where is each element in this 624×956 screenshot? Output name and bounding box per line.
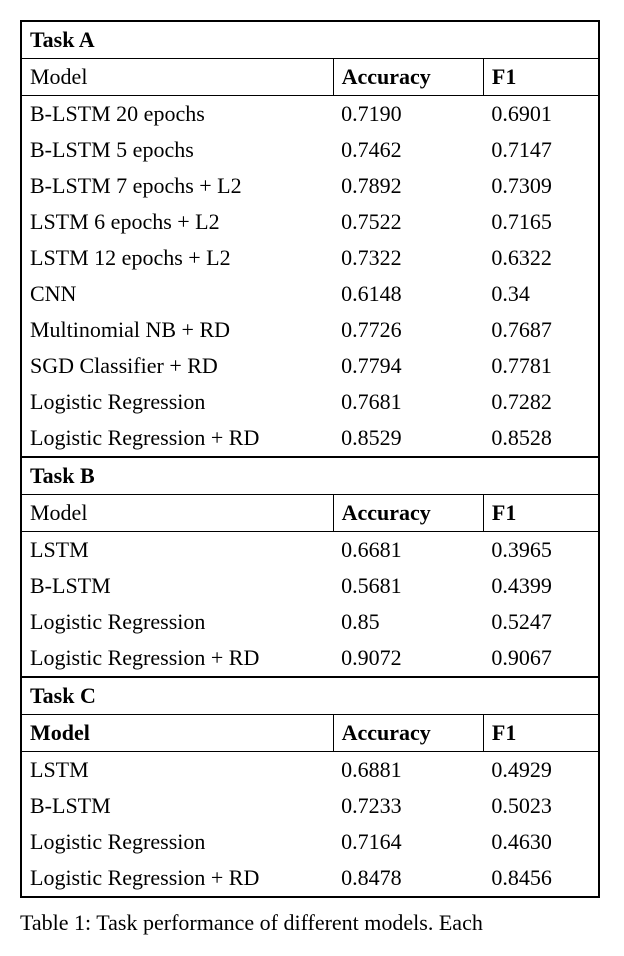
cell-accuracy: 0.7164 — [333, 824, 483, 860]
col-header-b: Model Accuracy F1 — [21, 495, 599, 532]
table-row: LSTM 0.6881 0.4929 — [21, 752, 599, 789]
caption-trail: Each — [439, 910, 483, 935]
cell-model: B-LSTM 20 epochs — [21, 96, 333, 133]
cell-f1: 0.7687 — [483, 312, 599, 348]
cell-model: Multinomial NB + RD — [21, 312, 333, 348]
table: Task A Model Accuracy F1 B-LSTM 20 epoch… — [20, 20, 600, 898]
cell-model: B-LSTM 5 epochs — [21, 132, 333, 168]
cell-f1: 0.34 — [483, 276, 599, 312]
col-accuracy: Accuracy — [333, 59, 483, 96]
section-title: Task C — [21, 677, 599, 715]
cell-model: SGD Classifier + RD — [21, 348, 333, 384]
cell-model: LSTM — [21, 532, 333, 569]
cell-model: LSTM 6 epochs + L2 — [21, 204, 333, 240]
cell-accuracy: 0.6681 — [333, 532, 483, 569]
cell-accuracy: 0.8478 — [333, 860, 483, 897]
col-model: Model — [21, 495, 333, 532]
table-row: SGD Classifier + RD 0.7794 0.7781 — [21, 348, 599, 384]
cell-f1: 0.7165 — [483, 204, 599, 240]
cell-accuracy: 0.85 — [333, 604, 483, 640]
cell-accuracy: 0.7892 — [333, 168, 483, 204]
cell-accuracy: 0.6881 — [333, 752, 483, 789]
cell-f1: 0.5247 — [483, 604, 599, 640]
table-row: LSTM 0.6681 0.3965 — [21, 532, 599, 569]
table-row: Logistic Regression + RD 0.8478 0.8456 — [21, 860, 599, 897]
table-row: B-LSTM 0.5681 0.4399 — [21, 568, 599, 604]
cell-model: Logistic Regression — [21, 604, 333, 640]
cell-accuracy: 0.8529 — [333, 420, 483, 457]
cell-f1: 0.4630 — [483, 824, 599, 860]
cell-accuracy: 0.7681 — [333, 384, 483, 420]
col-header-a: Model Accuracy F1 — [21, 59, 599, 96]
cell-f1: 0.7282 — [483, 384, 599, 420]
table-row: CNN 0.6148 0.34 — [21, 276, 599, 312]
cell-model: B-LSTM — [21, 788, 333, 824]
table-row: B-LSTM 5 epochs 0.7462 0.7147 — [21, 132, 599, 168]
cell-f1: 0.7147 — [483, 132, 599, 168]
section-header-c: Task C — [21, 677, 599, 715]
table-row: Multinomial NB + RD 0.7726 0.7687 — [21, 312, 599, 348]
results-table: Task A Model Accuracy F1 B-LSTM 20 epoch… — [20, 20, 600, 936]
col-f1: F1 — [483, 715, 599, 752]
cell-f1: 0.9067 — [483, 640, 599, 677]
cell-accuracy: 0.7190 — [333, 96, 483, 133]
cell-f1: 0.7309 — [483, 168, 599, 204]
cell-model: CNN — [21, 276, 333, 312]
cell-model: B-LSTM 7 epochs + L2 — [21, 168, 333, 204]
cell-accuracy: 0.7794 — [333, 348, 483, 384]
table-row: LSTM 6 epochs + L2 0.7522 0.7165 — [21, 204, 599, 240]
table-row: Logistic Regression + RD 0.9072 0.9067 — [21, 640, 599, 677]
table-row: Logistic Regression 0.7681 0.7282 — [21, 384, 599, 420]
cell-model: B-LSTM — [21, 568, 333, 604]
cell-accuracy: 0.7322 — [333, 240, 483, 276]
cell-f1: 0.8456 — [483, 860, 599, 897]
col-accuracy: Accuracy — [333, 495, 483, 532]
section-header-a: Task A — [21, 21, 599, 59]
table-row: Logistic Regression 0.85 0.5247 — [21, 604, 599, 640]
cell-f1: 0.4929 — [483, 752, 599, 789]
cell-accuracy: 0.7522 — [333, 204, 483, 240]
cell-model: Logistic Regression + RD — [21, 420, 333, 457]
cell-model: Logistic Regression — [21, 824, 333, 860]
cell-f1: 0.3965 — [483, 532, 599, 569]
cell-accuracy: 0.6148 — [333, 276, 483, 312]
table-row: Logistic Regression 0.7164 0.4630 — [21, 824, 599, 860]
cell-f1: 0.7781 — [483, 348, 599, 384]
cell-accuracy: 0.7233 — [333, 788, 483, 824]
col-f1: F1 — [483, 495, 599, 532]
cell-f1: 0.4399 — [483, 568, 599, 604]
section-header-b: Task B — [21, 457, 599, 495]
cell-f1: 0.6901 — [483, 96, 599, 133]
cell-model: Logistic Regression — [21, 384, 333, 420]
col-model: Model — [21, 715, 333, 752]
cell-model: Logistic Regression + RD — [21, 860, 333, 897]
cell-model: Logistic Regression + RD — [21, 640, 333, 677]
cell-model: LSTM 12 epochs + L2 — [21, 240, 333, 276]
cell-accuracy: 0.7726 — [333, 312, 483, 348]
cell-model: LSTM — [21, 752, 333, 789]
col-f1: F1 — [483, 59, 599, 96]
table-row: B-LSTM 7 epochs + L2 0.7892 0.7309 — [21, 168, 599, 204]
table-row: B-LSTM 0.7233 0.5023 — [21, 788, 599, 824]
table-row: B-LSTM 20 epochs 0.7190 0.6901 — [21, 96, 599, 133]
cell-f1: 0.5023 — [483, 788, 599, 824]
table-caption: Table 1: Task performance of different m… — [20, 910, 600, 936]
col-header-c: Model Accuracy F1 — [21, 715, 599, 752]
cell-accuracy: 0.5681 — [333, 568, 483, 604]
col-model: Model — [21, 59, 333, 96]
cell-accuracy: 0.7462 — [333, 132, 483, 168]
section-title: Task B — [21, 457, 599, 495]
cell-accuracy: 0.9072 — [333, 640, 483, 677]
cell-f1: 0.6322 — [483, 240, 599, 276]
caption-text: Table 1: Task performance of different m… — [20, 910, 433, 935]
table-row: Logistic Regression + RD 0.8529 0.8528 — [21, 420, 599, 457]
cell-f1: 0.8528 — [483, 420, 599, 457]
table-row: LSTM 12 epochs + L2 0.7322 0.6322 — [21, 240, 599, 276]
section-title: Task A — [21, 21, 599, 59]
col-accuracy: Accuracy — [333, 715, 483, 752]
